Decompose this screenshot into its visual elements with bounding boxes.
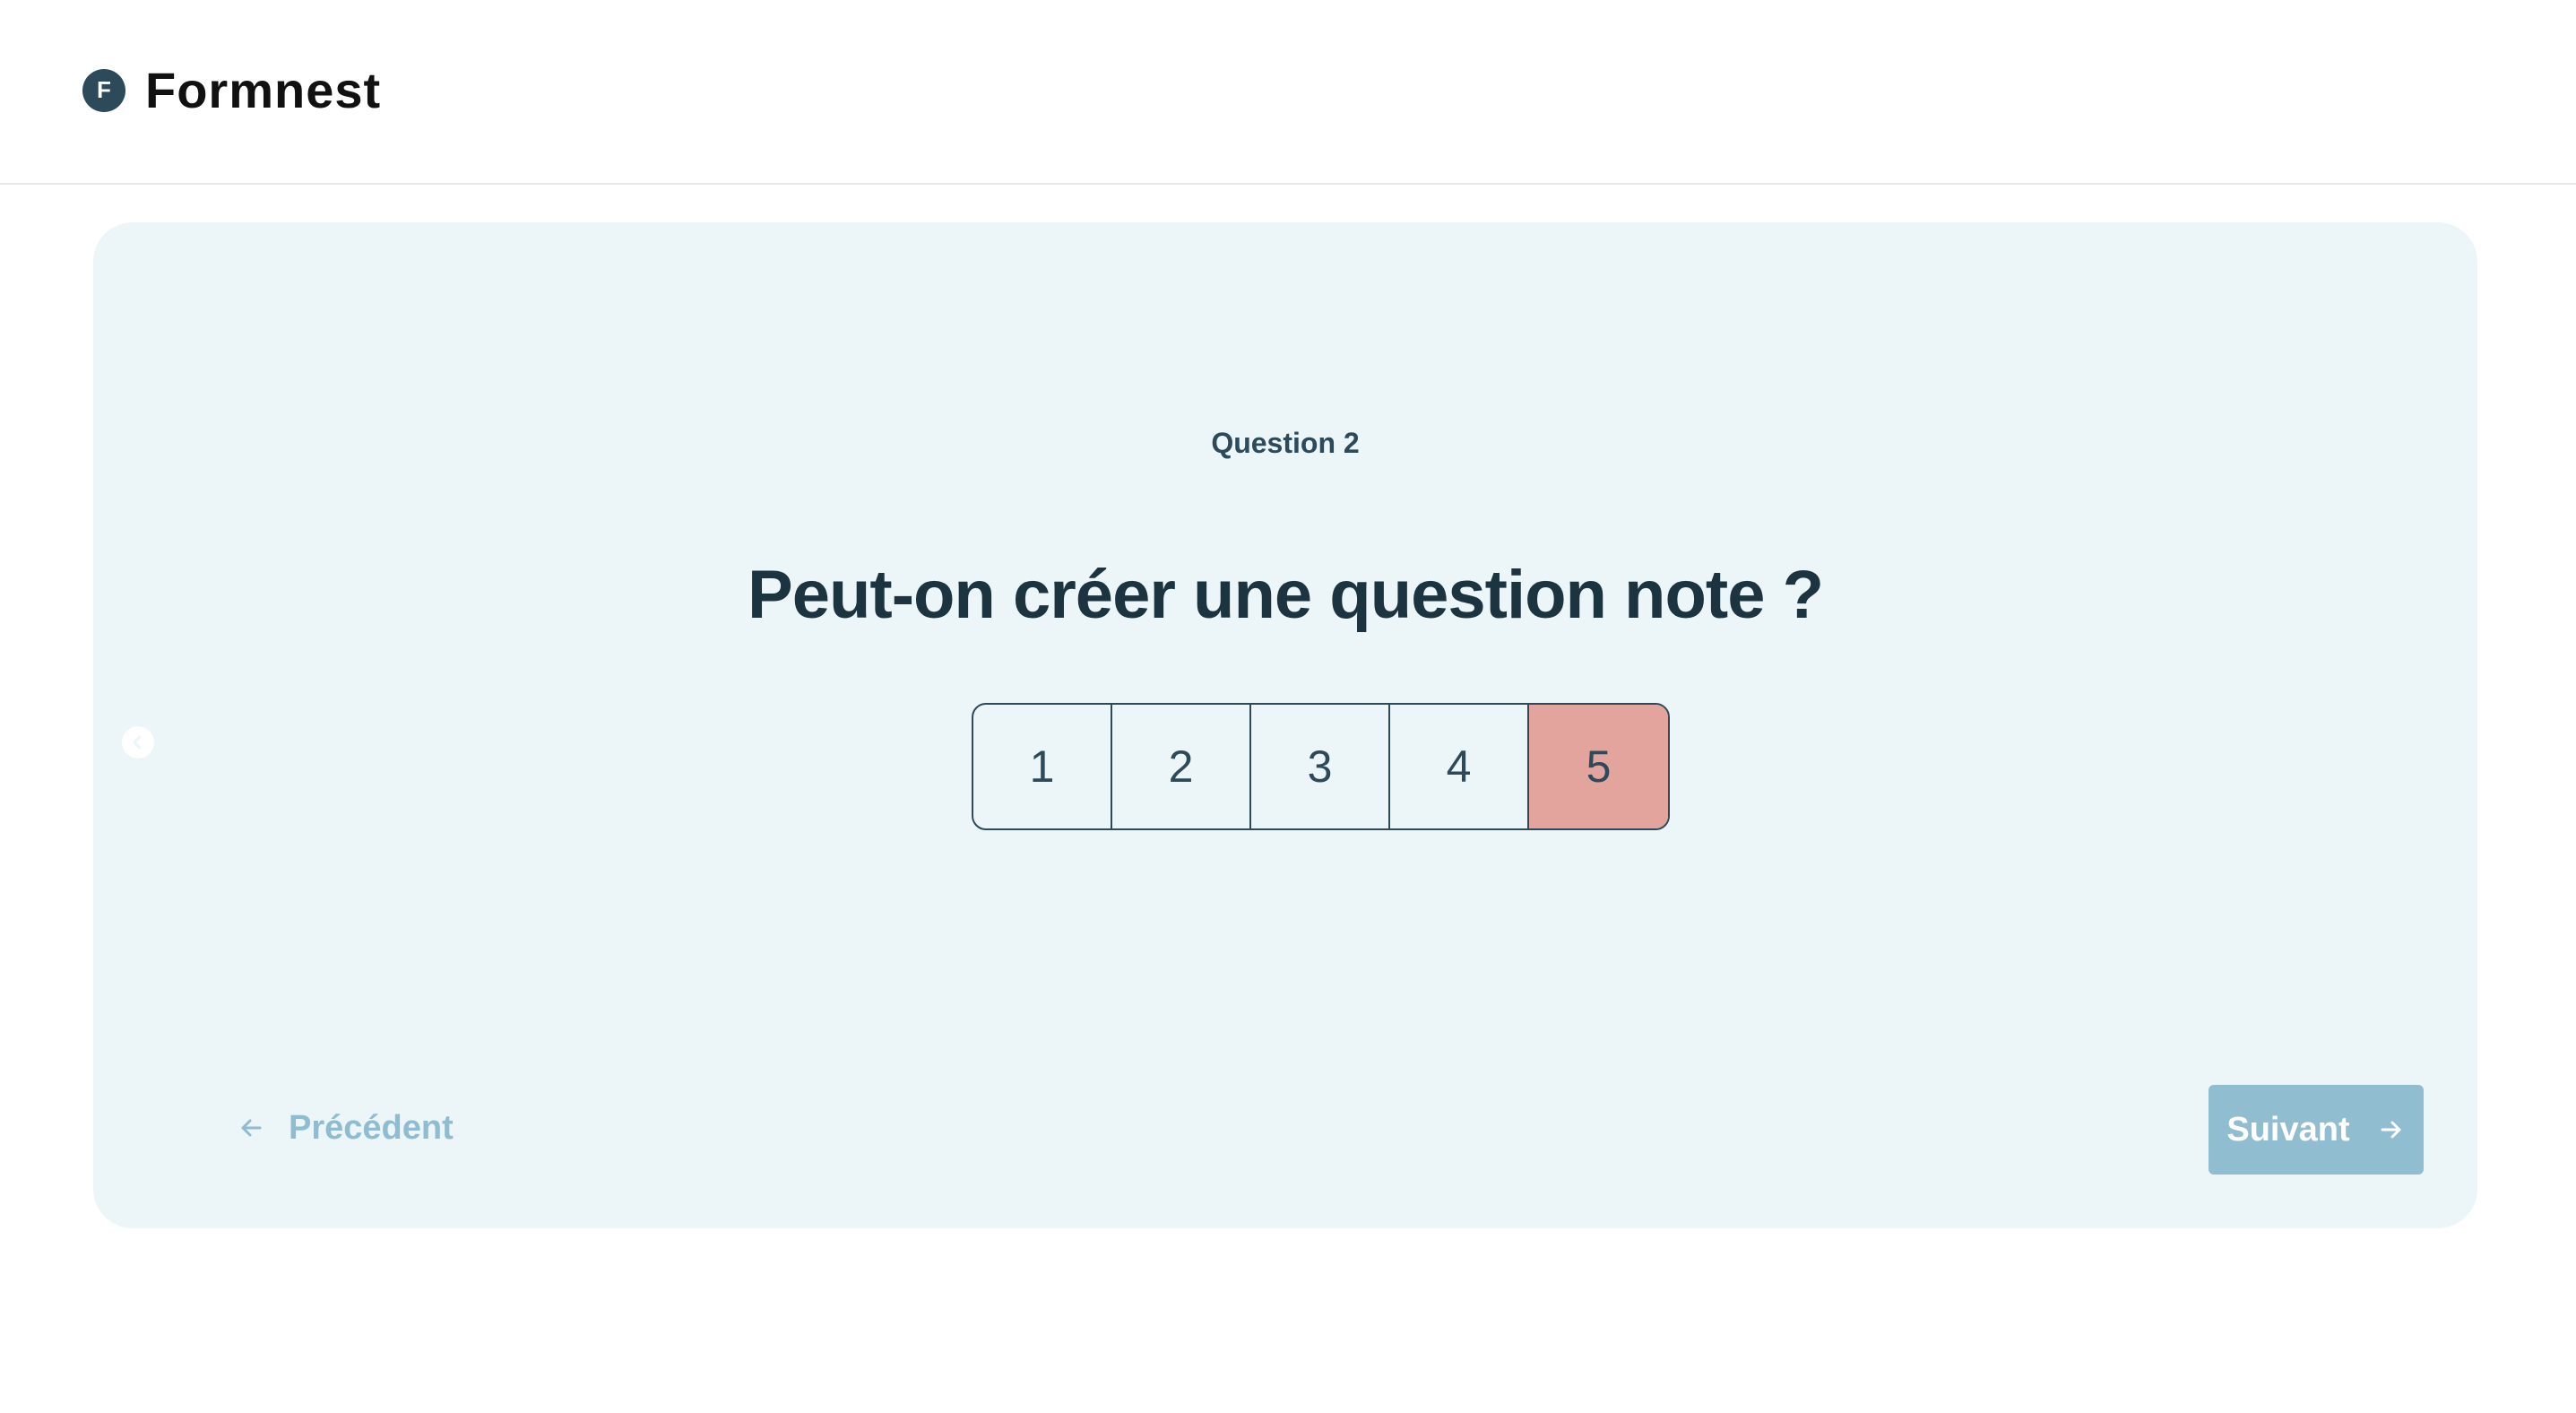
previous-button[interactable]: Précédent	[237, 1083, 454, 1173]
chevron-left-icon[interactable]	[122, 726, 154, 759]
question-number-label: Question 2	[1211, 427, 1360, 459]
arrow-right-icon	[2377, 1115, 2406, 1144]
rating-scale: 1 2 3 4 5	[972, 703, 1670, 830]
rating-option-5[interactable]: 5	[1529, 705, 1668, 828]
brand-logo[interactable]: F Formnest	[82, 61, 381, 119]
logo-mark-icon: F	[82, 68, 125, 112]
next-button[interactable]: Suivant	[2209, 1085, 2424, 1175]
rating-option-1[interactable]: 1	[973, 705, 1112, 828]
question-title: Peut-on créer une question note ?	[748, 557, 1824, 633]
rating-option-2[interactable]: 2	[1112, 705, 1251, 828]
brand-name: Formnest	[145, 62, 382, 118]
arrow-left-icon	[237, 1114, 265, 1142]
rating-option-3[interactable]: 3	[1251, 705, 1390, 828]
rating-option-4[interactable]: 4	[1390, 705, 1529, 828]
question-card: Question 2 Peut-on créer une question no…	[93, 222, 2477, 1228]
next-button-label: Suivant	[2226, 1110, 2350, 1149]
top-header: F Formnest	[0, 0, 2576, 185]
previous-button-label: Précédent	[289, 1108, 454, 1147]
